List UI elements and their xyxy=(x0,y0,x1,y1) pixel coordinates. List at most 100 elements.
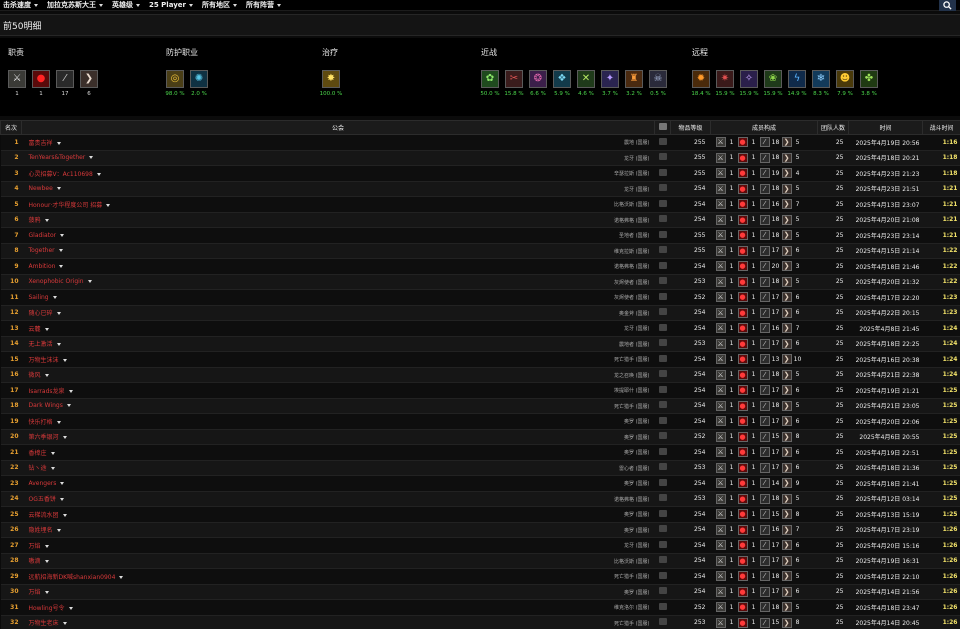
table-row[interactable]: 32 万物生老床 死亡猎手 (国服) 253 ⚔ 1 ● 1 ⁄ 15 ❯ 8 25 2025年4月14日… xyxy=(0,615,960,629)
video-icon[interactable] xyxy=(658,509,667,517)
table-row[interactable]: 10 Xenophobic Origin 灰烬使者 (国服) 253 ⚔ 1 ● 1 ⁄ 18 ❯ 5… xyxy=(0,274,960,290)
video-icon[interactable] xyxy=(658,432,667,440)
video-icon[interactable] xyxy=(658,261,667,269)
table-row[interactable]: 19 快乐打格 奥罗 (国服) 254 ⚔ 1 ● 1 ⁄ 17 ❯ 6 25 2025年4月20日 22… xyxy=(0,413,960,430)
fire-mage-icon[interactable]: ✹ xyxy=(692,70,710,88)
video-icon[interactable] xyxy=(658,230,667,238)
chevron-down-icon[interactable] xyxy=(62,358,67,362)
crusader-strike-icon[interactable]: ♜ xyxy=(625,70,643,88)
paladin-protection-icon[interactable]: ◎ xyxy=(166,70,184,88)
chevron-down-icon[interactable] xyxy=(56,187,61,191)
video-icon[interactable] xyxy=(658,215,667,223)
video-icon[interactable] xyxy=(658,571,667,579)
storm-strike-icon[interactable]: ✦ xyxy=(601,70,619,88)
elemental-lightning-icon[interactable]: ϟ xyxy=(788,70,806,88)
guild-link[interactable]: 钻ヽ途 xyxy=(22,465,47,472)
shadow-priest-icon[interactable]: ☻ xyxy=(836,70,854,88)
guild-link[interactable]: OG五香饼 xyxy=(22,496,56,503)
guild-link[interactable]: Howling号令 xyxy=(22,605,65,612)
chevron-down-icon[interactable] xyxy=(87,280,92,284)
tank-role-icon[interactable]: ⚔ xyxy=(8,70,26,88)
video-icon[interactable] xyxy=(658,184,667,192)
guild-link[interactable]: Xenophobic Origin xyxy=(22,278,84,285)
video-icon[interactable] xyxy=(658,323,667,331)
warlock-shadow-icon[interactable]: ❂ xyxy=(529,70,547,88)
video-icon[interactable] xyxy=(658,385,667,393)
table-row[interactable]: 27 万焰 龙牙 (国服) 254 ⚔ 1 ● 1 ⁄ 17 ❯ 6 25 2025年4月20日 15:1… xyxy=(0,537,960,554)
table-row[interactable]: 4 Newbee 龙牙 (国服) 254 ⚔ 1 ● 1 ⁄ 18 ❯ 5 25 2025年4月23日 2… xyxy=(0,181,960,197)
video-icon[interactable] xyxy=(658,525,667,533)
table-row[interactable]: 28 嗷滴 比格沃斯 (国服) 254 ⚔ 1 ● 1 ⁄ 17 ❯ 6 25 2025年4月19日 16… xyxy=(0,553,960,569)
table-row[interactable]: 6 菠鸦 诺格弗格 (国服) 254 ⚔ 1 ● 1 ⁄ 18 ❯ 5 25 2025年4月20日 21:… xyxy=(0,212,960,228)
chevron-down-icon[interactable] xyxy=(44,560,49,564)
table-row[interactable]: 25 云梯流水团 奥罗 (国服) 254 ⚔ 1 ● 1 ⁄ 15 ❯ 8 25 2025年4月13日 1… xyxy=(0,506,960,523)
table-row[interactable]: 22 钻ヽ途 雷心者 (国服) 253 ⚔ 1 ● 1 ⁄ 17 ❯ 6 25 2025年4月18日 21… xyxy=(0,460,960,476)
video-icon[interactable] xyxy=(658,292,667,300)
header-guild[interactable]: 公会 xyxy=(21,120,655,135)
video-icon[interactable] xyxy=(658,277,667,285)
guild-link[interactable]: 心灵招募V：Ac110698 xyxy=(22,171,93,178)
guild-link[interactable]: 微风 xyxy=(22,372,41,379)
chevron-down-icon[interactable] xyxy=(60,233,65,237)
balance-druid-icon[interactable]: ✤ xyxy=(860,70,878,88)
guild-link[interactable]: Avengers xyxy=(22,480,57,487)
chevron-down-icon[interactable] xyxy=(60,481,65,485)
video-icon[interactable] xyxy=(658,199,667,207)
video-icon[interactable] xyxy=(658,494,667,502)
melee-role-icon[interactable]: ⁄ xyxy=(56,70,74,88)
guild-link[interactable]: 嗷滴 xyxy=(22,558,41,565)
video-icon[interactable] xyxy=(658,447,667,455)
guild-link[interactable]: Newbee xyxy=(22,185,53,192)
guild-link[interactable]: Gladiator xyxy=(22,232,57,239)
nav-menu-0[interactable]: 击杀速度 xyxy=(0,0,44,10)
chevron-down-icon[interactable] xyxy=(89,156,94,160)
chevron-down-icon[interactable] xyxy=(59,498,64,502)
healer-role-icon[interactable]: ● xyxy=(32,70,50,88)
table-row[interactable]: 1 富贵吉祥 震地 (国服) 255 ⚔ 1 ● 1 ⁄ 18 ❯ 5 25 2025年4月19日 20:… xyxy=(0,134,960,151)
table-row[interactable]: 16 微风 龙之召唤 (国服) 254 ⚔ 1 ● 1 ⁄ 18 ❯ 5 25 2025年4月21日 22… xyxy=(0,367,960,383)
feral-spirit-icon[interactable]: ✿ xyxy=(481,70,499,88)
beast-mastery-icon[interactable]: ✷ xyxy=(716,70,734,88)
table-row[interactable]: 14 无上激活 震地者 (国服) 253 ⚔ 1 ● 1 ⁄ 17 ❯ 6 25 2025年4月18日 2… xyxy=(0,336,960,352)
guild-link[interactable]: 快乐打格 xyxy=(22,419,53,426)
chevron-down-icon[interactable] xyxy=(56,529,61,533)
chevron-down-icon[interactable] xyxy=(62,622,67,626)
video-icon[interactable] xyxy=(658,137,667,145)
table-row[interactable]: 21 香樟庄 奥罗 (国服) 254 ⚔ 1 ● 1 ⁄ 17 ❯ 6 25 2025年4月19日 22:… xyxy=(0,444,960,461)
video-icon[interactable] xyxy=(658,478,667,486)
affliction-icon[interactable]: ❀ xyxy=(764,70,782,88)
table-row[interactable]: 17 Isarrads龙泉 埃提耶什 (国服) 254 ⚔ 1 ● 1 ⁄ 17 ❯ 6 25 2025年… xyxy=(0,382,960,399)
video-icon[interactable] xyxy=(658,153,667,161)
chevron-down-icon[interactable] xyxy=(106,203,111,207)
rogue-blade-icon[interactable]: ✂ xyxy=(505,70,523,88)
video-icon[interactable] xyxy=(658,339,667,347)
table-row[interactable]: 30 万焰 奥罗 (国服) 254 ⚔ 1 ● 1 ⁄ 17 ❯ 6 25 2025年4月14日 21:5… xyxy=(0,584,960,600)
table-row[interactable]: 20 第六季银河 奥罗 (国服) 252 ⚔ 1 ● 1 ⁄ 15 ❯ 8 25 2025年4月6日 20… xyxy=(0,429,960,445)
video-icon[interactable] xyxy=(658,602,667,610)
chevron-down-icon[interactable] xyxy=(56,141,61,145)
chevron-down-icon[interactable] xyxy=(56,420,61,424)
header-raid-size[interactable]: 团队人数 xyxy=(817,120,849,135)
chevron-down-icon[interactable] xyxy=(56,343,61,347)
nav-menu-5[interactable]: 所有阵营 xyxy=(243,0,287,10)
chevron-down-icon[interactable] xyxy=(52,295,57,299)
table-row[interactable]: 26 隐姓埋名 奥罗 (国服) 254 ⚔ 1 ● 1 ⁄ 16 ❯ 7 25 2025年4月17日 23… xyxy=(0,522,960,538)
nav-menu-4[interactable]: 所有地区 xyxy=(199,0,243,10)
nav-menu-1[interactable]: 加拉克苏斯大王 xyxy=(44,0,109,10)
video-icon[interactable] xyxy=(658,246,667,254)
table-row[interactable]: 31 Howling号令 维克洛尔 (国服) 252 ⚔ 1 ● 1 ⁄ 18 ❯ 5 25 2025年4… xyxy=(0,599,960,616)
guild-link[interactable]: 万物生老床 xyxy=(22,620,59,627)
frost-strike-icon[interactable]: ❖ xyxy=(553,70,571,88)
video-icon[interactable] xyxy=(658,540,667,548)
guild-link[interactable]: 万焰 xyxy=(22,543,41,550)
poison-blade-icon[interactable]: ✕ xyxy=(577,70,595,88)
chevron-down-icon[interactable] xyxy=(44,219,49,223)
header-composition[interactable]: 成员构成 xyxy=(710,120,818,135)
chevron-down-icon[interactable] xyxy=(44,591,49,595)
video-icon[interactable] xyxy=(658,463,667,471)
guild-link[interactable]: 万焰 xyxy=(22,589,41,596)
guild-link[interactable]: 第六季银河 xyxy=(22,434,59,441)
chevron-down-icon[interactable] xyxy=(119,575,124,579)
guild-link[interactable]: Dark Wings xyxy=(22,402,63,409)
chevron-down-icon[interactable] xyxy=(50,451,55,455)
